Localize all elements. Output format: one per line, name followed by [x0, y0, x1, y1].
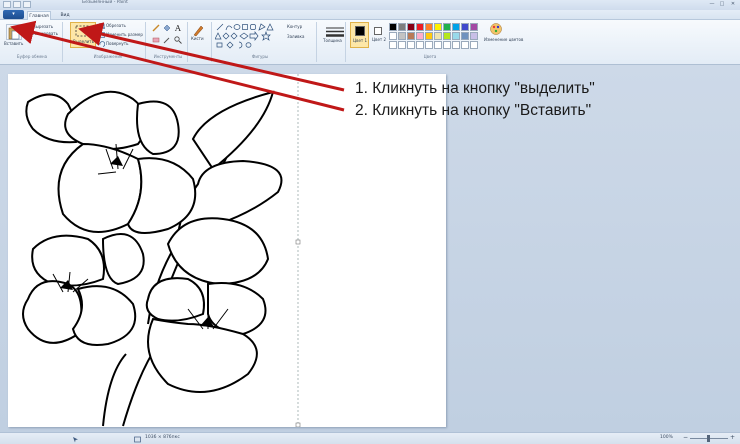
- zoom-slider[interactable]: − +: [683, 434, 735, 442]
- zoom-out-icon[interactable]: −: [683, 434, 688, 441]
- image-size-text: 1036 × 876пкс: [145, 435, 180, 440]
- zoom-in-icon[interactable]: +: [730, 434, 735, 441]
- image-size-icon: [134, 436, 141, 443]
- arrow-to-paste: [10, 20, 345, 112]
- zoom-level: 100%: [660, 435, 673, 440]
- annotation-arrows: [10, 20, 345, 112]
- status-bar: 1036 × 876пкс 100% − +: [0, 432, 740, 444]
- zoom-slider-thumb[interactable]: [707, 435, 710, 442]
- annotation-step-2: 2. Кликнуть на кнопку "Вставить": [355, 102, 592, 119]
- annotation-step-1: 1. Кликнуть на кнопку "выделить": [355, 80, 595, 97]
- cursor-position-icon: [73, 437, 78, 443]
- arrow-to-select: [78, 22, 345, 92]
